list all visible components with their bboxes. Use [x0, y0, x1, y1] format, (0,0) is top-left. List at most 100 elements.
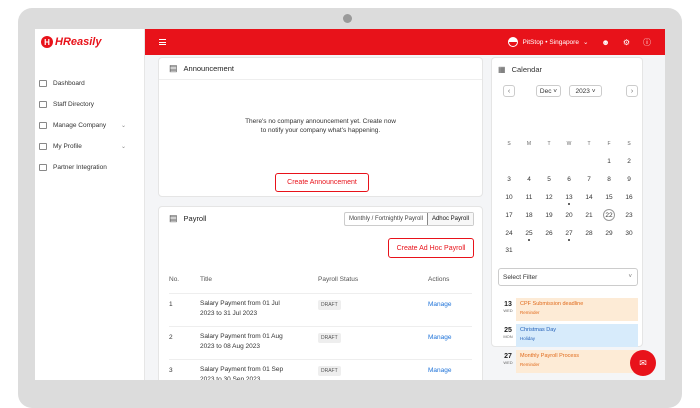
prev-month-icon[interactable]: ‹ — [503, 85, 515, 97]
event-day: 13 — [504, 301, 512, 308]
calendar-empty-cell — [519, 153, 539, 171]
calendar-day[interactable]: 4 — [519, 171, 539, 189]
tab-monthly-payroll[interactable]: Monthly / Fortnightly Payroll — [345, 213, 427, 225]
tab-adhoc-payroll[interactable]: Adhoc Payroll — [426, 213, 473, 225]
day-number: 30 — [625, 229, 633, 237]
sidebar-item-manage-company[interactable]: Manage Company ⌄ — [35, 115, 144, 136]
status-badge: DRAFT — [318, 300, 341, 310]
announcement-empty-text: There's no company announcement yet. Cre… — [159, 117, 482, 135]
calendar-day[interactable]: 28 — [579, 224, 599, 242]
year-select[interactable]: 2023 ˅ — [569, 85, 602, 97]
calendar-day[interactable]: 26 — [539, 224, 559, 242]
sidebar-item-staff-directory[interactable]: Staff Directory — [35, 94, 144, 115]
event-item[interactable]: 25 MON Christmas Day Holiday — [498, 324, 638, 347]
empty-line-1: There's no company announcement yet. Cre… — [245, 118, 396, 125]
row-title: Salary Payment from 01 Aug 2023 to 08 Aug… — [200, 332, 300, 352]
calendar-day[interactable]: 6 — [559, 171, 579, 189]
app-screen: H HReasily Dashboard Staff Directory Manag… — [35, 29, 665, 380]
logo-icon: H — [41, 36, 53, 48]
calendar-day[interactable]: 8 — [599, 171, 619, 189]
table-row: 2 Salary Payment from 01 Aug 2023 to 08 Au… — [169, 326, 472, 358]
calendar-day[interactable]: 30 — [619, 224, 639, 242]
manage-link[interactable]: Manage — [428, 367, 452, 374]
user-icon[interactable]: ☻ — [601, 38, 609, 47]
building-icon: ▤ — [169, 63, 178, 73]
row-title: Salary Payment from 01 Jul 2023 to 31 Jul… — [200, 299, 300, 319]
calendar-day[interactable]: 3 — [499, 171, 519, 189]
calendar-day[interactable]: 27 — [559, 224, 579, 242]
event-body: CPF Submission deadline Reminder — [516, 298, 638, 321]
calendar-day[interactable]: 13 — [559, 189, 579, 207]
calendar-day[interactable]: 10 — [499, 189, 519, 207]
calendar-day[interactable]: 1 — [599, 153, 619, 171]
announcement-header: ▤ Announcement — [159, 58, 482, 80]
day-number: 24 — [505, 229, 513, 237]
help-icon[interactable]: ⓘ — [643, 37, 651, 48]
next-month-icon[interactable]: › — [626, 85, 638, 97]
calendar-card: ▦ Calendar ‹ Dec ˅ 2023 ˅ › SMTWTFS 1234… — [491, 57, 643, 373]
event-type: Holiday — [520, 336, 536, 341]
calendar-day[interactable]: 29 — [599, 224, 619, 242]
status-cell: DRAFT — [318, 333, 341, 343]
sidebar-item-dashboard[interactable]: Dashboard — [35, 73, 144, 94]
calendar-day[interactable]: 21 — [579, 206, 599, 224]
column-no: No. — [169, 276, 180, 283]
calendar-day[interactable]: 7 — [579, 171, 599, 189]
calendar-day[interactable]: 11 — [519, 189, 539, 207]
day-number: 10 — [505, 193, 513, 201]
month-select[interactable]: Dec ˅ — [536, 85, 561, 97]
create-announcement-button[interactable]: Create Announcement — [275, 173, 369, 192]
day-number: 4 — [527, 176, 531, 184]
day-number: 25 — [525, 229, 533, 237]
calendar-day[interactable]: 14 — [579, 189, 599, 207]
calendar-day[interactable]: 24 — [499, 224, 519, 242]
day-number: 13 — [565, 193, 573, 201]
calendar-day[interactable]: 18 — [519, 206, 539, 224]
day-number: 6 — [567, 176, 571, 184]
calendar-day-today[interactable]: 22 — [599, 206, 619, 224]
calendar-day[interactable]: 20 — [559, 206, 579, 224]
month-value: Dec — [539, 87, 552, 95]
day-number: 14 — [585, 193, 593, 201]
day-number: 7 — [587, 176, 591, 184]
manage-link[interactable]: Manage — [428, 334, 452, 341]
event-item[interactable]: 27 WED Monthly Payroll Process Reminder — [498, 350, 638, 373]
manage-link[interactable]: Manage — [428, 301, 452, 308]
calendar-day[interactable]: 19 — [539, 206, 559, 224]
company-switcher[interactable]: PitStop • Singapore ⌄ — [508, 37, 588, 47]
event-item[interactable]: 13 WED CPF Submission deadline Reminder — [498, 298, 638, 321]
day-number: 1 — [607, 158, 611, 166]
staff-icon — [39, 101, 47, 108]
sidebar-item-partner-integration[interactable]: Partner Integration — [35, 157, 144, 178]
calendar-day[interactable]: 31 — [499, 242, 519, 260]
calendar-day[interactable]: 12 — [539, 189, 559, 207]
event-weekday: WED — [503, 360, 513, 365]
calendar-day[interactable]: 5 — [539, 171, 559, 189]
chevron-down-icon: ˅ — [628, 274, 632, 280]
sidebar-item-label: My Profile — [53, 143, 82, 150]
create-adhoc-payroll-button[interactable]: Create Ad Hoc Payroll — [388, 238, 474, 258]
day-number: 19 — [545, 211, 553, 219]
event-day: 25 — [504, 327, 512, 334]
day-number: 15 — [605, 193, 613, 201]
row-number: 1 — [169, 301, 173, 308]
menu-icon[interactable] — [159, 39, 166, 45]
calendar-day[interactable]: 17 — [499, 206, 519, 224]
chat-button[interactable]: ✉ — [630, 350, 656, 376]
calendar-day[interactable]: 2 — [619, 153, 639, 171]
calendar-title: Calendar — [511, 64, 542, 74]
calendar-day[interactable]: 15 — [599, 189, 619, 207]
calendar-day[interactable]: 9 — [619, 171, 639, 189]
calendar-nav: ‹ Dec ˅ 2023 ˅ › — [492, 82, 642, 102]
logo[interactable]: H HReasily — [35, 29, 144, 55]
row-title-line-2: 2023 to 08 Aug 2023 — [200, 343, 261, 350]
gear-icon[interactable]: ⚙ — [623, 38, 630, 47]
dashboard-icon — [39, 80, 47, 87]
row-number: 3 — [169, 367, 173, 374]
sidebar-item-my-profile[interactable]: My Profile ⌄ — [35, 136, 144, 157]
calendar-day[interactable]: 23 — [619, 206, 639, 224]
calendar-day[interactable]: 16 — [619, 189, 639, 207]
event-filter-select[interactable]: Select Filter ˅ — [498, 268, 638, 286]
calendar-day[interactable]: 25 — [519, 224, 539, 242]
company-icon — [39, 122, 47, 129]
